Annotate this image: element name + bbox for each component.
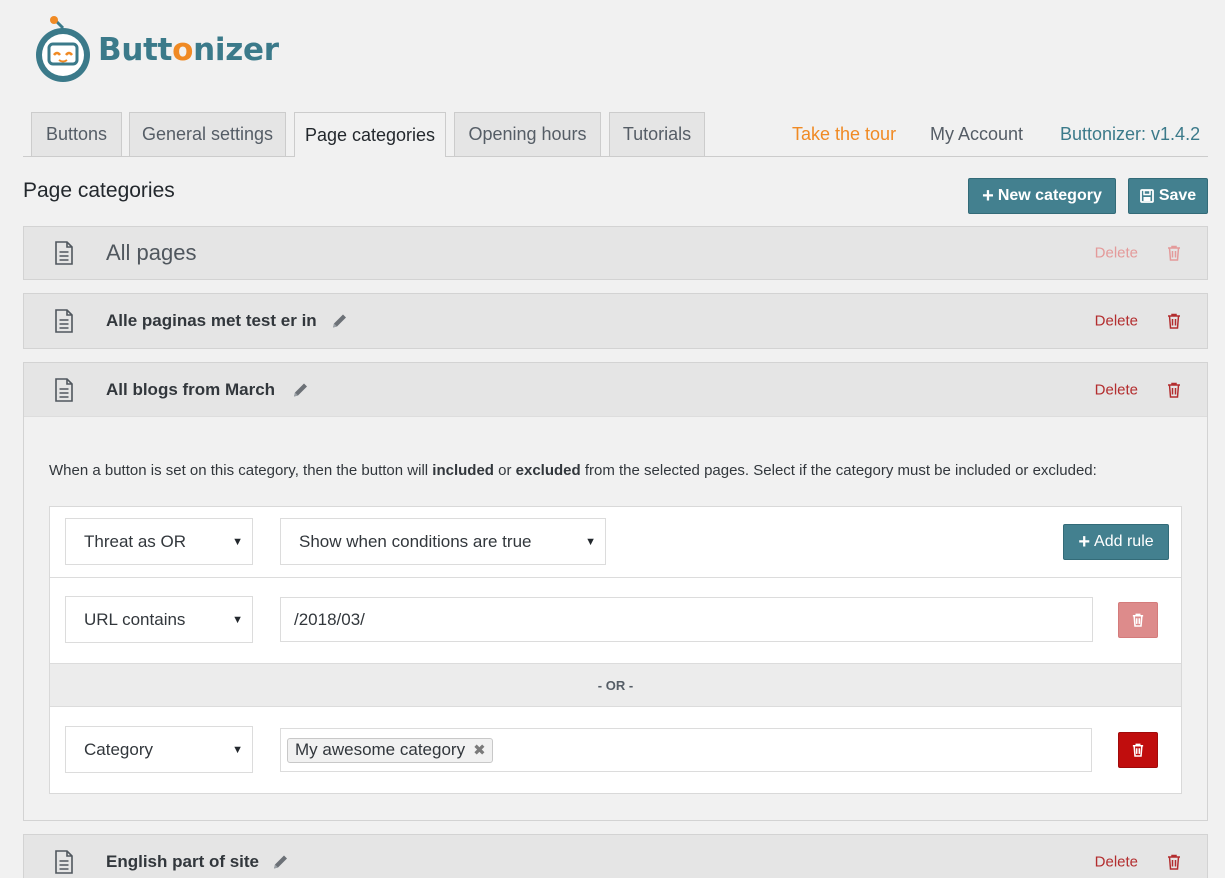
pencil-icon[interactable] xyxy=(292,381,309,398)
rule-url-input[interactable]: /2018/03/ xyxy=(280,597,1093,642)
visibility-select[interactable]: Show when conditions are true ▼ xyxy=(280,518,606,565)
tab-opening-hours[interactable]: Opening hours xyxy=(454,112,601,156)
save-label: Save xyxy=(1158,187,1197,204)
or-separator: - OR - xyxy=(50,663,1181,707)
trash-icon[interactable] xyxy=(1167,245,1181,261)
document-icon xyxy=(55,241,73,265)
document-icon xyxy=(55,309,73,333)
caret-down-icon: ▼ xyxy=(232,535,243,548)
delete-category-link[interactable]: Delete xyxy=(1095,854,1138,871)
logic-select[interactable]: Threat as OR ▼ xyxy=(65,518,253,565)
delete-category-link[interactable]: Delete xyxy=(1095,313,1138,330)
remove-rule-button[interactable] xyxy=(1118,732,1158,768)
tab-general-settings[interactable]: General settings xyxy=(129,112,286,156)
category-tag: My awesome category ✖ xyxy=(287,737,493,763)
trash-icon[interactable] xyxy=(1167,854,1181,870)
pencil-icon[interactable] xyxy=(331,313,348,330)
trash-icon xyxy=(1132,743,1144,757)
tab-tutorials[interactable]: Tutorials xyxy=(609,112,705,156)
caret-down-icon: ▼ xyxy=(585,535,596,548)
pencil-icon[interactable] xyxy=(272,854,289,871)
rule-type-select[interactable]: Category ▼ xyxy=(65,726,253,773)
page-title: Page categories xyxy=(23,179,175,202)
plus-icon: + xyxy=(1078,531,1091,553)
remove-tag-icon[interactable]: ✖ xyxy=(473,741,486,759)
rule-category-input[interactable]: My awesome category ✖ xyxy=(280,728,1092,772)
my-account-link[interactable]: My Account xyxy=(930,124,1023,145)
trash-icon[interactable] xyxy=(1167,382,1181,398)
category-panel-english-part[interactable]: English part of site Delete xyxy=(23,834,1208,878)
rules-box: Threat as OR ▼ Show when conditions are … xyxy=(49,506,1182,794)
document-icon xyxy=(55,850,73,874)
delete-category-link[interactable]: Delete xyxy=(1095,381,1138,398)
settings-tabs: Buttons General settings Page categories… xyxy=(23,112,1208,157)
rule-type-select[interactable]: URL contains ▼ xyxy=(65,596,253,643)
category-title: Alle paginas met test er in xyxy=(106,311,317,330)
logo-robot-icon xyxy=(36,16,90,82)
divider xyxy=(50,577,1181,578)
brand-name: Buttonizer xyxy=(98,32,279,68)
category-header[interactable]: All blogs from March Delete xyxy=(24,363,1207,417)
new-category-button[interactable]: + New category xyxy=(968,178,1116,214)
save-icon xyxy=(1139,189,1154,203)
delete-category-link[interactable]: Delete xyxy=(1095,245,1138,262)
caret-down-icon: ▼ xyxy=(232,613,243,626)
category-panel-all-blogs-march: All blogs from March Delete When a butto… xyxy=(23,362,1208,821)
plus-icon: + xyxy=(982,185,994,207)
remove-rule-button[interactable] xyxy=(1118,602,1158,638)
tab-buttons[interactable]: Buttons xyxy=(31,112,122,156)
trash-icon[interactable] xyxy=(1167,313,1181,329)
take-the-tour-link[interactable]: Take the tour xyxy=(792,124,896,145)
new-category-label: New category xyxy=(997,187,1102,204)
caret-down-icon: ▼ xyxy=(232,743,243,756)
brand-logo: Buttonizer xyxy=(32,16,279,84)
save-button[interactable]: Save xyxy=(1128,178,1208,214)
category-panel-alle-paginas[interactable]: Alle paginas met test er in Delete xyxy=(23,293,1208,349)
category-title: English part of site xyxy=(106,852,260,871)
document-icon xyxy=(55,377,73,402)
trash-icon xyxy=(1132,613,1144,627)
version-label: Buttonizer: v1.4.2 xyxy=(1060,124,1201,144)
tab-page-categories[interactable]: Page categories xyxy=(294,112,446,157)
category-title: All blogs from March xyxy=(106,379,276,399)
category-title: All pages xyxy=(106,240,197,265)
add-rule-button[interactable]: + Add rule xyxy=(1063,524,1169,560)
add-rule-label: Add rule xyxy=(1094,533,1154,550)
category-description: When a button is set on this category, t… xyxy=(49,462,1097,479)
category-panel-all-pages[interactable]: All pages Delete xyxy=(23,226,1208,280)
